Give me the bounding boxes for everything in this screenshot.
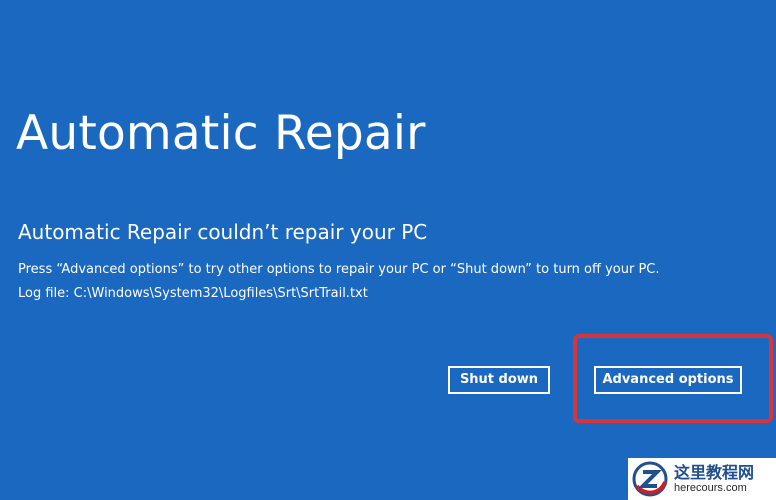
watermark-brand-en: herecours.com [674,482,747,494]
watermark-brand-cn: 这里教程网 [674,463,755,482]
page-title: Automatic Repair [16,106,426,161]
shut-down-button[interactable]: Shut down [448,366,550,394]
instruction-text: Press “Advanced options” to try other op… [18,262,660,277]
highlight-annotation-box [573,334,773,423]
watermark: 这里教程网 herecours.com [628,458,776,500]
error-heading: Automatic Repair couldn’t repair your PC [18,220,428,244]
log-file-path: Log file: C:\Windows\System32\Logfiles\S… [18,286,368,301]
z-logo-icon [628,458,672,500]
